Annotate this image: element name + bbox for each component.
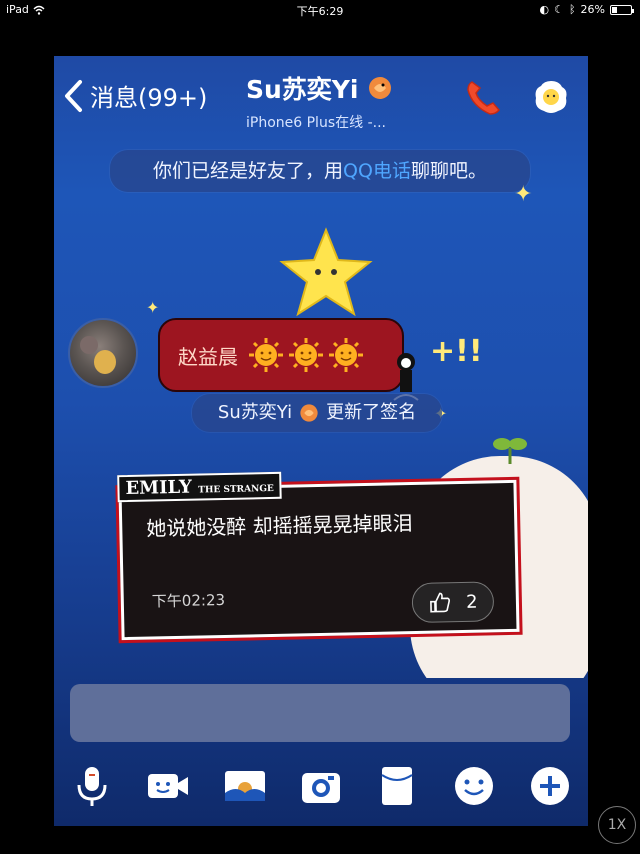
incoming-message-bubble[interactable]: 赵益晨 — [158, 318, 404, 392]
bluetooth-icon: ᛒ — [568, 3, 576, 16]
chat-header[interactable]: Su苏奕Yi iPhone6 Plus在线 -... — [246, 70, 436, 132]
emoji-button[interactable] — [450, 762, 498, 810]
zoom-toggle-button[interactable]: 1X — [598, 806, 636, 844]
card-brand-logo: EMILY THE STRANGE — [117, 471, 283, 503]
shrimp-icon — [369, 77, 392, 99]
photo-album-button[interactable] — [221, 762, 269, 810]
video-icon — [148, 774, 189, 798]
ipad-status-bar: iPad 下午6:29 ◐ ☾ ᛒ 26% — [0, 0, 640, 20]
emoji-icon — [454, 767, 493, 805]
card-brand-small: THE STRANGE — [198, 483, 274, 496]
sprout-icon — [493, 438, 527, 464]
signature-user: Su苏奕Yi — [217, 402, 293, 423]
message-input[interactable] — [70, 684, 570, 742]
thumbs-up-icon — [430, 592, 451, 613]
red-packet-button[interactable] — [373, 762, 421, 810]
sun-emoji-icon — [249, 338, 283, 372]
signature-update-notice[interactable]: Su苏奕Yi 更新了签名 — [192, 394, 442, 432]
card-timestamp: 下午02:23 — [151, 590, 226, 611]
card-brand: EMILY — [125, 476, 193, 500]
more-button[interactable] — [526, 762, 574, 810]
sender-avatar[interactable] — [68, 318, 138, 388]
plus-icon — [530, 767, 569, 805]
battery-icon — [610, 4, 634, 15]
chat-message-list[interactable]: 你们已经是好友了，用QQ电话聊聊吧。 ✦ ✦ ✦ 赵益晨 +!! Su苏奕Yi — [54, 138, 588, 678]
signature-card[interactable]: EMILY THE STRANGE 她说她没醉 却摇摇晃晃掉眼泪 下午02:23… — [117, 471, 520, 641]
chevron-left-icon — [65, 79, 82, 112]
red-packet-icon — [381, 767, 413, 805]
online-status: iPhone6 Plus在线 -... — [246, 115, 386, 131]
video-call-button[interactable] — [144, 762, 192, 810]
nav-bar: 消息(99+) Su苏奕Yi iPhone6 Plus在线 -... — [54, 56, 588, 138]
microphone-icon — [77, 767, 107, 806]
moon-icon: ☾ — [554, 3, 564, 16]
battery-percent: 26% — [580, 3, 605, 16]
sparkle-icon: ✦ — [514, 182, 533, 207]
exclaim-decoration-icon: +!! — [430, 334, 483, 369]
like-button[interactable]: 2 — [411, 581, 495, 624]
card-signature-text: 她说她没醉 却摇摇晃晃掉眼泪 — [146, 511, 413, 541]
like-count: 2 — [465, 591, 478, 613]
profile-egg-icon[interactable] — [532, 78, 570, 116]
friend-notice-text: 你们已经是好友了，用 — [153, 160, 344, 182]
shrimp-icon — [300, 404, 318, 422]
sun-emoji-icon — [289, 338, 323, 372]
camera-icon — [301, 773, 340, 803]
chat-title: Su苏奕Yi — [246, 75, 359, 104]
sun-emoji-icon — [329, 338, 363, 372]
message-text: 赵益晨 — [178, 344, 238, 369]
signature-text: 更新了签名 — [326, 402, 417, 423]
friend-notice: 你们已经是好友了，用QQ电话聊聊吧。 — [110, 150, 530, 192]
sparkle-icon-2: ✦ — [146, 298, 160, 317]
qq-chat-window: 消息(99+) Su苏奕Yi iPhone6 Plus在线 -... 你们已经是… — [54, 56, 588, 826]
star-decoration-icon — [279, 227, 373, 317]
photo-icon — [224, 771, 265, 801]
qq-call-link[interactable]: QQ电话 — [343, 160, 411, 182]
input-toolbar — [54, 756, 588, 816]
friend-notice-tail: 聊聊吧。 — [410, 160, 487, 182]
back-label: 消息(99+) — [90, 84, 208, 112]
back-button[interactable]: 消息(99+) — [62, 78, 207, 113]
voice-button[interactable] — [68, 762, 116, 810]
camera-button[interactable] — [297, 762, 345, 810]
lock-rotation-icon: ◐ — [539, 3, 550, 16]
phone-call-icon[interactable] — [462, 76, 506, 120]
